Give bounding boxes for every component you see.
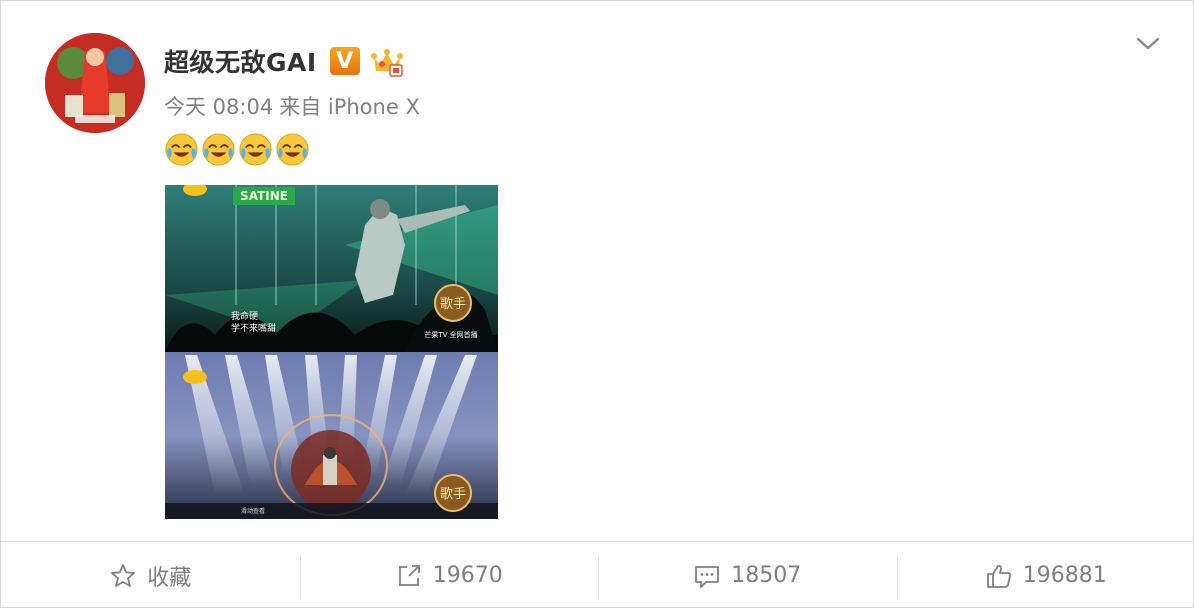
laugh-cry-emoji [275,132,310,167]
top-watermark: 芒果TV 全网首播 [424,330,477,339]
laugh-cry-emoji [164,132,199,167]
like-count: 196881 [1023,563,1107,588]
post-time[interactable]: 今天 08:04 [164,91,273,121]
favorite-label: 收藏 [147,560,191,592]
repost-count: 19670 [433,563,503,588]
avatar[interactable] [45,33,145,133]
top-caption-line1: 我命硬 [231,310,258,322]
comment-icon [693,562,721,590]
star-icon [109,562,137,590]
post-source[interactable]: 来自 iPhone X [279,91,420,121]
favorite-button[interactable]: 收藏 [1,542,300,609]
post-header: 超级无敌GAI V 今天 08:04 来自 iPhone X [164,41,420,121]
crown-icon[interactable] [370,45,404,77]
repost-button[interactable]: 19670 [300,542,599,609]
laugh-cry-emoji [201,132,236,167]
share-icon [395,562,423,590]
post-media-image[interactable]: SATINE 我命硬 学不来嘴甜 歌手 芒果TV 全网首播 [165,185,498,519]
more-options-button[interactable] [1133,31,1163,57]
username[interactable]: 超级无敌GAI [164,43,317,79]
bottom-small-text: 滑动查看 [241,507,265,515]
top-sign-text: SATINE [240,189,288,203]
action-bar: 收藏 19670 18507 196881 [1,542,1194,609]
comment-count: 18507 [731,563,801,588]
verified-badge[interactable]: V [330,47,360,75]
weibo-post-card: 超级无敌GAI V 今天 08:04 来自 iPhone X [0,0,1194,608]
post-meta: 今天 08:04 来自 iPhone X [164,91,420,121]
chevron-down-icon [1136,37,1160,51]
laugh-cry-emoji [238,132,273,167]
show-logo-bottom: 歌手 [440,487,466,502]
thumbs-up-icon [985,562,1013,590]
top-caption-line2: 学不来嘴甜 [231,322,276,334]
emoji-row [164,132,310,167]
show-logo-top: 歌手 [440,297,466,312]
comment-button[interactable]: 18507 [598,542,897,609]
like-button[interactable]: 196881 [897,542,1194,609]
